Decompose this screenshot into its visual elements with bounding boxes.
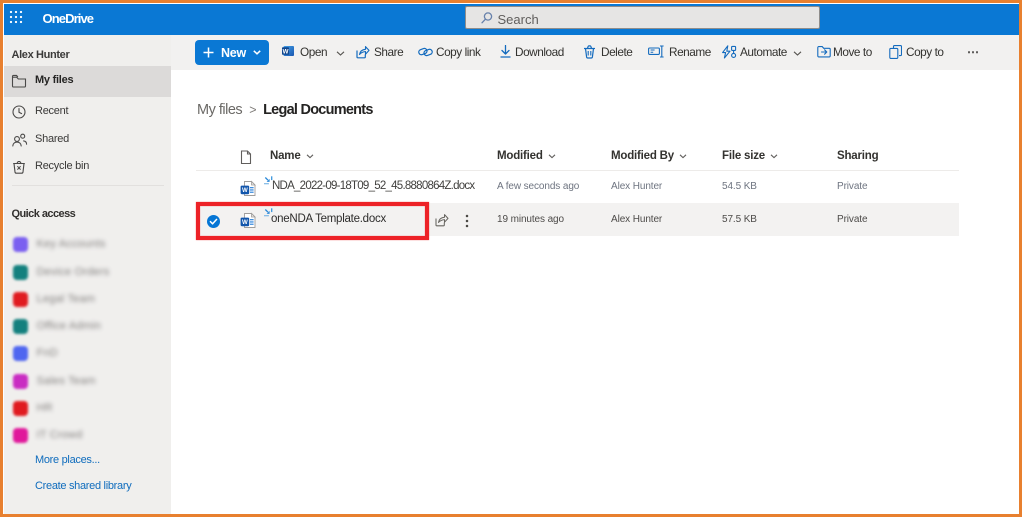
svg-text:W: W [283,48,289,55]
svg-text:W: W [242,187,248,194]
